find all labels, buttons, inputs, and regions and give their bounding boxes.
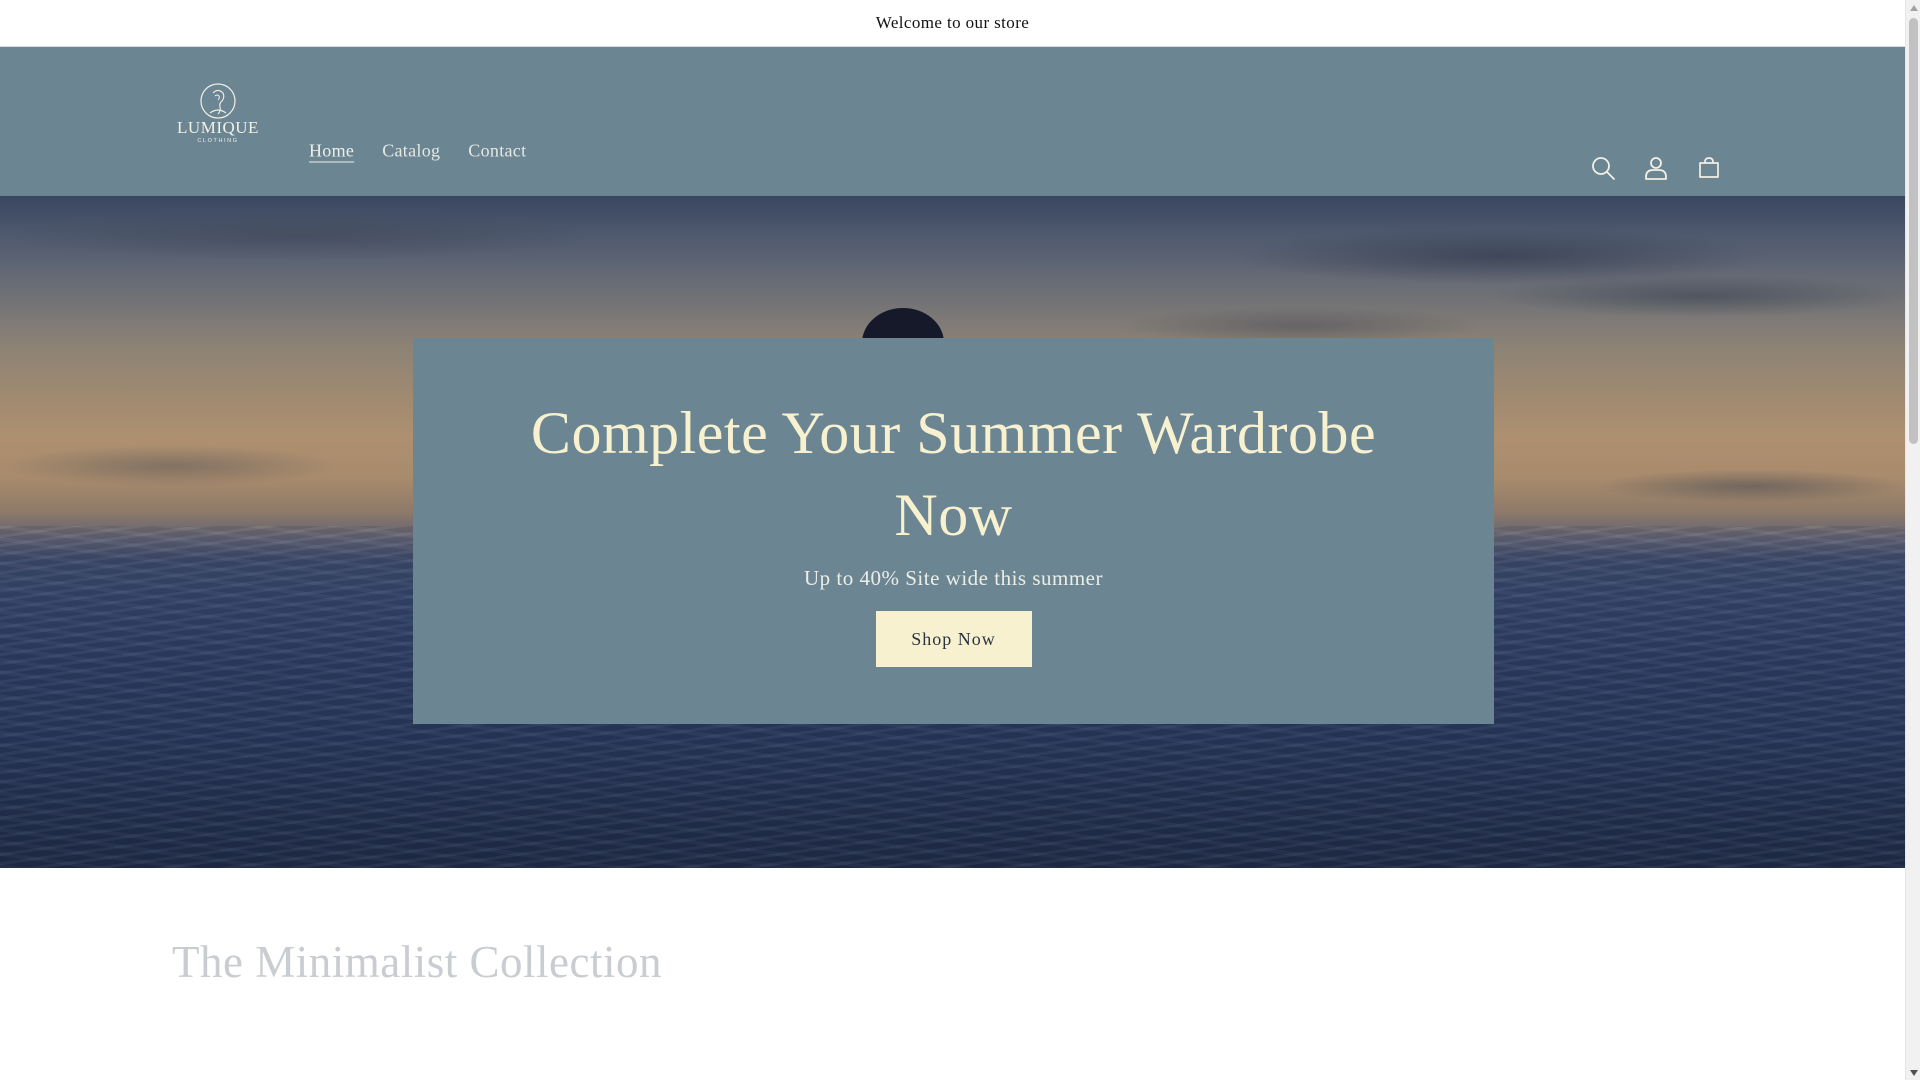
page: Welcome to our store LUMIQUE CLOTHING Ho… (0, 0, 1905, 1080)
announcement-text: Welcome to our store (875, 13, 1030, 32)
account-icon (1644, 157, 1667, 180)
main-nav: Home Catalog Contact (295, 135, 540, 168)
store-logo[interactable]: LUMIQUE CLOTHING (172, 81, 264, 163)
nav-item-catalog[interactable]: Catalog (368, 135, 454, 168)
search-button[interactable] (1576, 144, 1629, 192)
site-header: LUMIQUE CLOTHING Home Catalog Contact (0, 47, 1905, 196)
logo-subtitle: CLOTHING (197, 138, 239, 144)
logo-emblem-icon (200, 83, 236, 119)
scroll-up-arrow-icon[interactable] (1906, 0, 1920, 15)
header-icons (1576, 144, 1735, 192)
collection-title: The Minimalist Collection (172, 937, 662, 987)
scrollbar-thumb[interactable] (1909, 18, 1918, 444)
cart-icon (1698, 157, 1719, 178)
shop-now-button[interactable]: Shop Now (875, 611, 1032, 667)
nav-item-contact[interactable]: Contact (454, 135, 540, 168)
hero-content-box: Complete Your Summer Wardrobe Now Up to … (413, 338, 1494, 724)
search-icon (1591, 157, 1615, 180)
announcement-bar: Welcome to our store (0, 0, 1905, 47)
scroll-down-arrow-icon[interactable] (1906, 1065, 1920, 1080)
nav-item-home[interactable]: Home (295, 135, 368, 168)
hero-banner: Complete Your Summer Wardrobe Now Up to … (0, 196, 1905, 868)
account-button[interactable] (1629, 144, 1682, 192)
page-scrollbar[interactable] (1905, 0, 1920, 1080)
hero-title: Complete Your Summer Wardrobe Now (530, 400, 1377, 548)
logo-name: LUMIQUE (177, 118, 259, 137)
hero-subtitle: Up to 40% Site wide this summer (804, 566, 1103, 590)
cart-button[interactable] (1682, 144, 1735, 192)
